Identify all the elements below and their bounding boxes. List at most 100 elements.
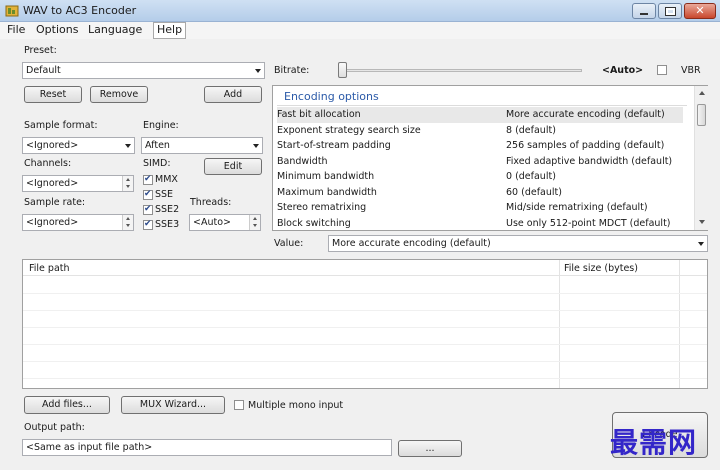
add-files-button[interactable]: Add files...: [24, 396, 110, 414]
preset-remove-button[interactable]: Remove: [90, 86, 148, 103]
scroll-up-icon[interactable]: [699, 91, 705, 95]
threads-value: <Auto>: [193, 217, 231, 228]
chevron-down-icon: [698, 242, 704, 246]
value-selected: More accurate encoding (default): [332, 238, 491, 249]
vbr-label: VBR: [681, 65, 701, 76]
simd-mmx-option[interactable]: MMX: [143, 173, 179, 186]
encoding-option-row[interactable]: Fast bit allocation More accurate encodin…: [277, 107, 683, 123]
column-file-size[interactable]: File size (bytes): [564, 263, 638, 274]
column-file-path[interactable]: File path: [29, 263, 70, 274]
column-divider: [559, 260, 560, 388]
multiple-mono-checkbox[interactable]: [234, 400, 244, 410]
simd-label: SIMD:: [143, 158, 171, 169]
app-icon: [5, 5, 19, 17]
watermark: 最需网: [610, 426, 698, 459]
close-icon: ✕: [695, 4, 705, 17]
preset-add-button[interactable]: Add: [204, 86, 262, 103]
value-dropdown[interactable]: More accurate encoding (default): [328, 235, 708, 252]
bitrate-slider[interactable]: [338, 69, 582, 72]
multiple-mono-label: Multiple mono input: [248, 400, 344, 411]
engine-dropdown[interactable]: Aften: [141, 137, 263, 154]
sample-format-dropdown[interactable]: <Ignored>: [22, 137, 135, 154]
file-list[interactable]: File path File size (bytes): [22, 259, 708, 389]
preset-reset-button[interactable]: Reset: [24, 86, 82, 103]
file-list-header: File path File size (bytes): [23, 260, 707, 276]
preset-value: Default: [26, 65, 61, 76]
browse-button[interactable]: ...: [398, 440, 462, 457]
sample-rate-spinner[interactable]: <Ignored>: [22, 214, 134, 231]
encoding-option-row[interactable]: Maximum bandwidth 60 (default): [277, 185, 683, 201]
encoding-option-row[interactable]: Block switching Use only 512-point MDCT (…: [277, 216, 683, 232]
menu-language[interactable]: Language: [85, 22, 145, 39]
bitrate-label: Bitrate:: [274, 65, 310, 76]
header-divider: [277, 105, 687, 106]
spin-arrows-icon[interactable]: [249, 215, 260, 230]
mux-wizard-button[interactable]: MUX Wizard...: [121, 396, 225, 414]
encoding-option-row[interactable]: Bandwidth Fixed adaptive bandwidth (defau…: [277, 154, 683, 170]
encoding-option-row[interactable]: Start-of-stream padding 256 samples of pa…: [277, 138, 683, 154]
spin-arrows-icon[interactable]: [122, 176, 133, 191]
row-line: [23, 327, 707, 328]
threads-spinner[interactable]: <Auto>: [189, 214, 261, 231]
simd-sse3-option[interactable]: SSE3: [143, 218, 179, 231]
minimize-icon: [640, 12, 648, 15]
row-line: [23, 344, 707, 345]
sample-rate-label: Sample rate:: [24, 197, 86, 208]
encoding-option-row[interactable]: Exponent strategy search size 8 (default): [277, 123, 683, 139]
output-path-value: <Same as input file path>: [26, 442, 153, 453]
row-line: [23, 310, 707, 311]
channels-spinner[interactable]: <Ignored>: [22, 175, 134, 192]
spin-arrows-icon[interactable]: [122, 215, 133, 230]
column-divider: [679, 260, 680, 388]
sse-checkbox[interactable]: [143, 189, 153, 200]
output-path-label: Output path:: [24, 422, 85, 433]
encoding-options-panel: Encoding options Fast bit allocation More…: [272, 85, 708, 231]
title-bar: WAV to AC3 Encoder ✕: [0, 0, 720, 22]
simd-sse-option[interactable]: SSE: [143, 188, 179, 201]
bitrate-slider-thumb[interactable]: [338, 62, 347, 78]
sample-rate-value: <Ignored>: [26, 217, 79, 228]
sample-format-label: Sample format:: [24, 120, 98, 131]
engine-label: Engine:: [143, 120, 179, 131]
encoding-option-row[interactable]: Stereo rematrixing Mid/side rematrixing (…: [277, 200, 683, 216]
simd-edit-button[interactable]: Edit: [204, 158, 262, 175]
sse2-label: SSE2: [155, 204, 180, 215]
row-line: [23, 378, 707, 379]
bitrate-value: <Auto>: [602, 65, 644, 76]
simd-sse2-option[interactable]: SSE2: [143, 203, 179, 216]
menu-help[interactable]: Help: [153, 22, 187, 39]
maximize-button[interactable]: [658, 3, 682, 19]
menu-file[interactable]: File: [4, 22, 28, 39]
minimize-button[interactable]: [632, 3, 656, 19]
scroll-down-icon[interactable]: [699, 220, 705, 224]
preset-label: Preset:: [24, 45, 57, 56]
preset-dropdown[interactable]: Default: [22, 62, 265, 79]
maximize-icon: [664, 6, 676, 16]
sse3-label: SSE3: [155, 219, 180, 230]
engine-value: Aften: [145, 140, 170, 151]
vbr-checkbox[interactable]: [657, 65, 667, 75]
encoding-options-header: Encoding options: [284, 90, 379, 103]
encoding-option-row[interactable]: Minimum bandwidth 0 (default): [277, 169, 683, 185]
value-label: Value:: [274, 238, 304, 249]
chevron-down-icon: [255, 69, 261, 73]
mmx-checkbox[interactable]: [143, 174, 153, 185]
simd-options: MMX SSE SSE2 SSE3: [143, 173, 179, 231]
options-scrollbar[interactable]: [694, 86, 708, 230]
output-path-input[interactable]: <Same as input file path>: [22, 439, 392, 456]
chevron-down-icon: [125, 144, 131, 148]
close-button[interactable]: ✕: [684, 3, 716, 19]
menu-options[interactable]: Options: [33, 22, 81, 39]
row-line: [23, 293, 707, 294]
chevron-down-icon: [253, 144, 259, 148]
sse-label: SSE: [155, 189, 174, 200]
sse3-checkbox[interactable]: [143, 219, 153, 230]
scroll-thumb[interactable]: [697, 104, 706, 126]
menu-bar: File Options Language Help: [0, 22, 720, 39]
sse2-checkbox[interactable]: [143, 204, 153, 215]
channels-label: Channels:: [24, 158, 72, 169]
window-title: WAV to AC3 Encoder: [23, 4, 137, 17]
channels-value: <Ignored>: [26, 178, 79, 189]
mmx-label: MMX: [155, 174, 178, 185]
row-line: [23, 361, 707, 362]
